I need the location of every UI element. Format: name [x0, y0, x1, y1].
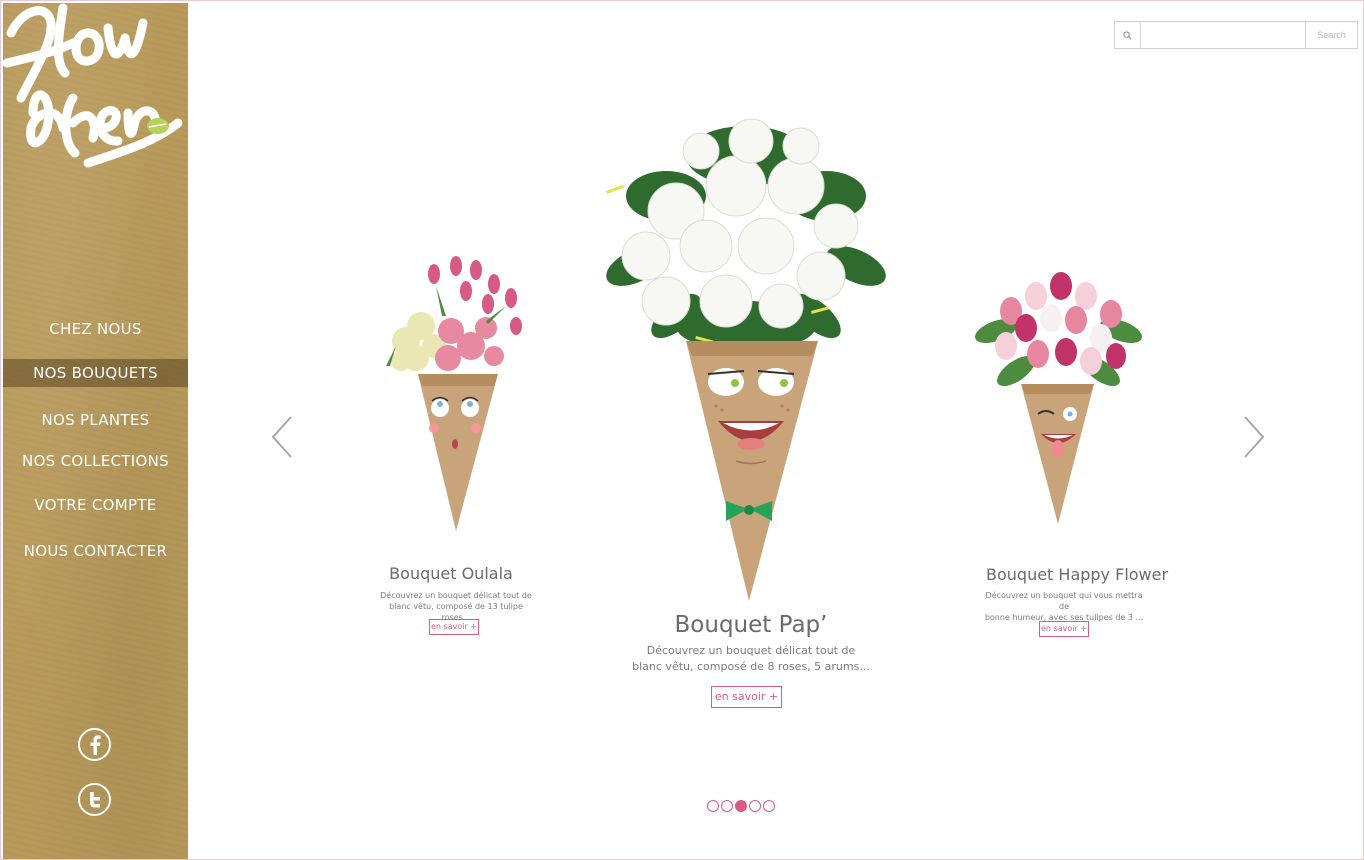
twitter-icon — [89, 791, 100, 807]
carousel-dot[interactable] — [763, 800, 775, 812]
chevron-left-icon — [271, 416, 292, 458]
nav-item-nous-contacter[interactable]: NOUS CONTACTER — [3, 537, 188, 565]
product-description: Découvrez un bouquet délicat tout de bla… — [626, 643, 876, 675]
bouquet-pap-image[interactable] — [586, 116, 906, 606]
product-description-line: Découvrez un bouquet délicat tout de — [380, 591, 532, 600]
sidebar: CHEZ NOUS NOS BOUQUETS NOS PLANTES NOS C… — [3, 3, 188, 859]
carousel-dot[interactable] — [721, 800, 733, 812]
carousel-dot[interactable] — [749, 800, 761, 812]
carousel-dot[interactable] — [707, 800, 719, 812]
flowher-logo[interactable] — [3, 3, 188, 178]
nav-item-nos-collections[interactable]: NOS COLLECTIONS — [3, 447, 188, 475]
nav-item-nos-bouquets[interactable]: NOS BOUQUETS — [3, 359, 188, 387]
en-savoir-button[interactable]: en savoir + — [711, 686, 782, 708]
bouquet-happy-flower-image[interactable] — [966, 256, 1151, 531]
carousel-prev-button[interactable] — [269, 415, 299, 459]
product-description: Découvrez un bouquet qui vous mettra de … — [983, 590, 1145, 623]
product-title[interactable]: Bouquet Happy Flower — [986, 565, 1168, 584]
product-description-line: Découvrez un bouquet qui vous mettra de — [985, 591, 1143, 611]
search-bar: Search — [1114, 21, 1358, 49]
bouquet-oulala-image[interactable] — [376, 246, 556, 541]
product-description-line: Découvrez un bouquet délicat tout de — [646, 644, 856, 657]
nav-item-votre-compte[interactable]: VOTRE COMPTE — [3, 491, 188, 519]
search-icon — [1115, 22, 1141, 48]
en-savoir-button[interactable]: en savoir + — [429, 619, 479, 635]
carousel-next-button[interactable] — [1239, 415, 1269, 459]
carousel-dot-active[interactable] — [735, 800, 747, 812]
facebook-icon — [90, 734, 101, 755]
search-button[interactable]: Search — [1305, 22, 1357, 48]
chevron-right-icon — [1244, 416, 1265, 458]
en-savoir-button[interactable]: en savoir + — [1039, 621, 1089, 637]
nav-item-nos-plantes[interactable]: NOS PLANTES — [3, 406, 188, 434]
product-title[interactable]: Bouquet Pap’ — [646, 612, 856, 638]
search-input[interactable] — [1141, 22, 1305, 48]
facebook-button[interactable] — [78, 728, 111, 761]
product-title[interactable]: Bouquet Oulala — [376, 564, 526, 583]
nav-item-chez-nous[interactable]: CHEZ NOUS — [3, 315, 188, 343]
twitter-button[interactable] — [78, 783, 111, 816]
product-description-line: blanc vêtu, composé de 8 roses, 5 arums.… — [632, 660, 870, 673]
carousel-pagination — [707, 800, 775, 812]
